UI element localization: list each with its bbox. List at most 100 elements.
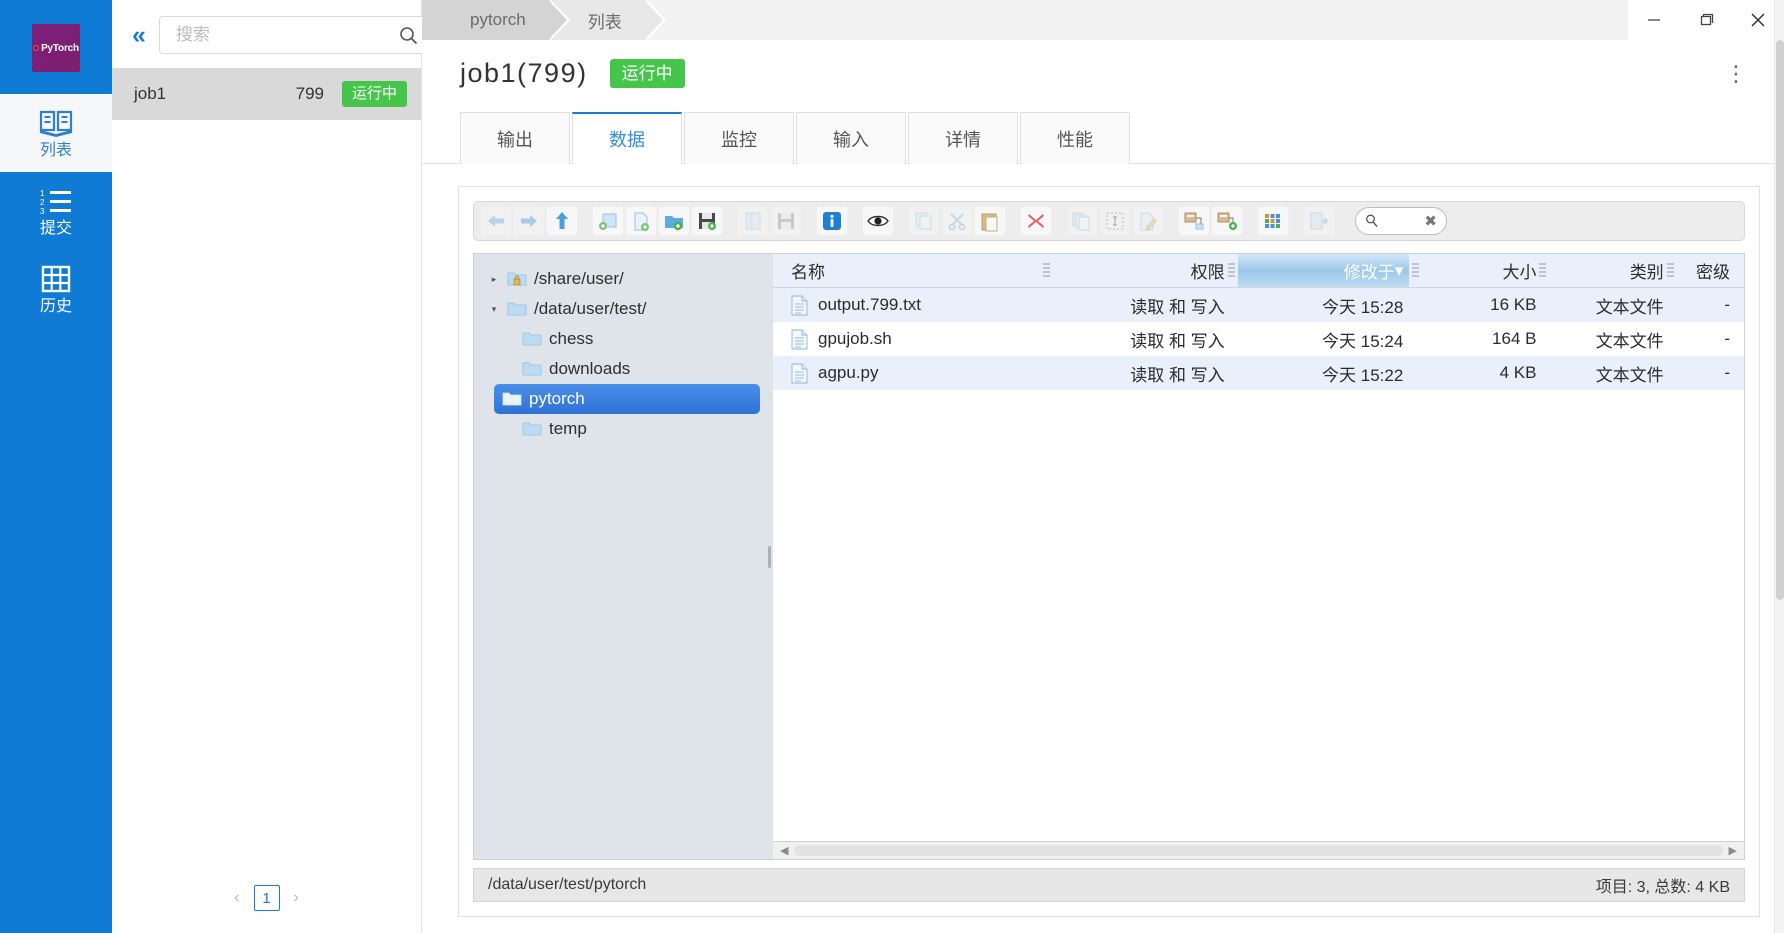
- new-window-button[interactable]: [592, 206, 624, 236]
- tab-output[interactable]: 输出: [460, 112, 570, 164]
- column-header-size[interactable]: 大小: [1422, 254, 1536, 287]
- forward-button[interactable]: [513, 206, 545, 236]
- tree-node-pytorch[interactable]: pytorch: [494, 384, 760, 414]
- new-file-icon: [634, 212, 649, 231]
- horizontal-scrollbar[interactable]: ◀ ▶: [773, 841, 1744, 859]
- tab-panel-wrapper: ✖ ▸ /share/user/ ▾ /data/user/test/ ches…: [422, 164, 1784, 933]
- tab-input[interactable]: 输入: [796, 112, 906, 164]
- column-header-permission[interactable]: 权限: [1053, 254, 1225, 287]
- column-resizer[interactable]: [1043, 262, 1051, 279]
- column-resizer[interactable]: [1539, 262, 1547, 279]
- column-resizer[interactable]: [1412, 262, 1420, 279]
- chevron-down-icon[interactable]: ▾: [488, 304, 500, 315]
- application-window: PyTorch 列表 1 2 3 提交 历史 « 搜索 job1 799 运行中…: [0, 0, 1784, 933]
- tree-node-data-user-test[interactable]: ▾ /data/user/test/: [474, 294, 766, 324]
- job-list-item[interactable]: job1 799 运行中: [112, 68, 421, 120]
- restore-button[interactable]: [1680, 0, 1732, 40]
- tab-monitor[interactable]: 监控: [684, 112, 794, 164]
- new-window-icon: [599, 213, 617, 230]
- scroll-left-icon[interactable]: ◀: [777, 844, 791, 857]
- color-grid-button[interactable]: [1257, 206, 1289, 236]
- tree-node-share-user[interactable]: ▸ /share/user/: [474, 264, 766, 294]
- rename-button[interactable]: [1132, 206, 1164, 236]
- scroll-right-icon[interactable]: ▶: [1726, 844, 1740, 857]
- file-permission: 读取 和 写入: [1130, 331, 1225, 351]
- duplicate-button[interactable]: [1066, 206, 1098, 236]
- file-search-box[interactable]: ✖: [1355, 207, 1447, 235]
- cut-button[interactable]: [941, 206, 973, 236]
- close-icon: [1751, 13, 1765, 27]
- file-size: 164 B: [1492, 329, 1537, 348]
- job-search-box[interactable]: [158, 16, 429, 54]
- file-name: output.799.txt: [818, 295, 922, 314]
- copy-button[interactable]: [908, 206, 940, 236]
- save-disk-icon: [778, 213, 794, 229]
- search-icon[interactable]: [399, 26, 418, 45]
- file-type: 文本文件: [1595, 365, 1664, 385]
- page-title: job1(799): [460, 58, 588, 88]
- table-row[interactable]: gpujob.sh 读取 和 写入 今天 15:24 164 B 文本文件 -: [773, 322, 1744, 356]
- breadcrumb: pytorch 列表: [422, 0, 1628, 40]
- preview-button[interactable]: [862, 206, 894, 236]
- page-number-1[interactable]: 1: [253, 885, 280, 911]
- color-grid-icon: [1265, 214, 1280, 228]
- prev-page-button[interactable]: ‹: [230, 889, 243, 907]
- tree-node-temp[interactable]: temp: [474, 414, 766, 444]
- text-file-icon: [791, 295, 808, 315]
- tab-data[interactable]: 数据: [572, 112, 682, 164]
- page-scrollbar-thumb[interactable]: [1776, 40, 1784, 600]
- info-button[interactable]: [816, 206, 848, 236]
- next-page-button[interactable]: ›: [290, 889, 303, 907]
- text-file-icon: [791, 363, 808, 383]
- column-header-type[interactable]: 类别: [1549, 254, 1664, 287]
- search-input[interactable]: [173, 24, 399, 46]
- collapse-sidebar-button[interactable]: «: [126, 22, 149, 48]
- job-name: job1: [134, 84, 167, 103]
- clear-x-icon[interactable]: ✖: [1424, 212, 1437, 230]
- column-header-name[interactable]: 名称: [773, 254, 1040, 287]
- minimize-button[interactable]: [1628, 0, 1680, 40]
- extract-button[interactable]: [1211, 206, 1243, 236]
- column-label: 名称: [791, 263, 825, 282]
- select-all-button[interactable]: [1099, 206, 1131, 236]
- delete-button[interactable]: [1020, 206, 1052, 236]
- column-header-classification[interactable]: 密级: [1677, 254, 1744, 287]
- back-button[interactable]: [480, 206, 512, 236]
- tab-detail[interactable]: 详情: [908, 112, 1018, 164]
- toolbar-group-archive: [1178, 206, 1243, 236]
- page-scrollbar[interactable]: [1774, 0, 1784, 933]
- compress-button[interactable]: [1178, 206, 1210, 236]
- tree-node-chess[interactable]: chess: [474, 324, 766, 354]
- sidebar-item-submit[interactable]: 1 2 3 提交: [0, 172, 112, 250]
- sidebar-item-list[interactable]: 列表: [0, 94, 112, 172]
- preview-eye-icon: [867, 215, 889, 227]
- item-summary: 项目: 3, 总数: 4 KB: [1595, 879, 1730, 896]
- save-disk-button[interactable]: [770, 206, 802, 236]
- breadcrumb-item-pytorch[interactable]: pytorch: [422, 0, 570, 40]
- column-resizer[interactable]: [1666, 262, 1674, 279]
- tree-node-downloads[interactable]: downloads: [474, 354, 766, 384]
- save-button[interactable]: [691, 206, 723, 236]
- new-file-button[interactable]: [625, 206, 657, 236]
- column-resizer[interactable]: [1227, 262, 1235, 279]
- job-list-empty-area: [112, 120, 421, 871]
- file-name-cell: agpu.py: [773, 356, 1040, 390]
- table-row[interactable]: agpu.py 读取 和 写入 今天 15:22 4 KB 文本文件 -: [773, 356, 1744, 390]
- sidebar-item-history[interactable]: 历史: [0, 250, 112, 328]
- kebab-menu-icon[interactable]: ⋮: [1725, 61, 1758, 87]
- scroll-thumb[interactable]: [794, 845, 1723, 856]
- toolbar-group-export: [1303, 206, 1335, 236]
- toolbar-group-preview: [862, 206, 894, 236]
- export-button[interactable]: [1303, 206, 1335, 236]
- paste-button[interactable]: [974, 206, 1006, 236]
- tab-performance[interactable]: 性能: [1020, 112, 1130, 164]
- tree-node-label: /data/user/test/: [534, 299, 647, 318]
- up-button[interactable]: [546, 206, 578, 236]
- chevron-right-icon[interactable]: ▸: [488, 274, 500, 285]
- new-folder-button[interactable]: [658, 206, 690, 236]
- table-row[interactable]: output.799.txt 读取 和 写入 今天 15:28 16 KB 文本…: [773, 288, 1744, 322]
- column-header-modified[interactable]: 修改于 ▾: [1237, 254, 1410, 287]
- tab-bar: 输出 数据 监控 输入 详情 性能: [422, 101, 1784, 164]
- open-book-button[interactable]: [737, 206, 769, 236]
- panel-splitter[interactable]: [766, 254, 773, 859]
